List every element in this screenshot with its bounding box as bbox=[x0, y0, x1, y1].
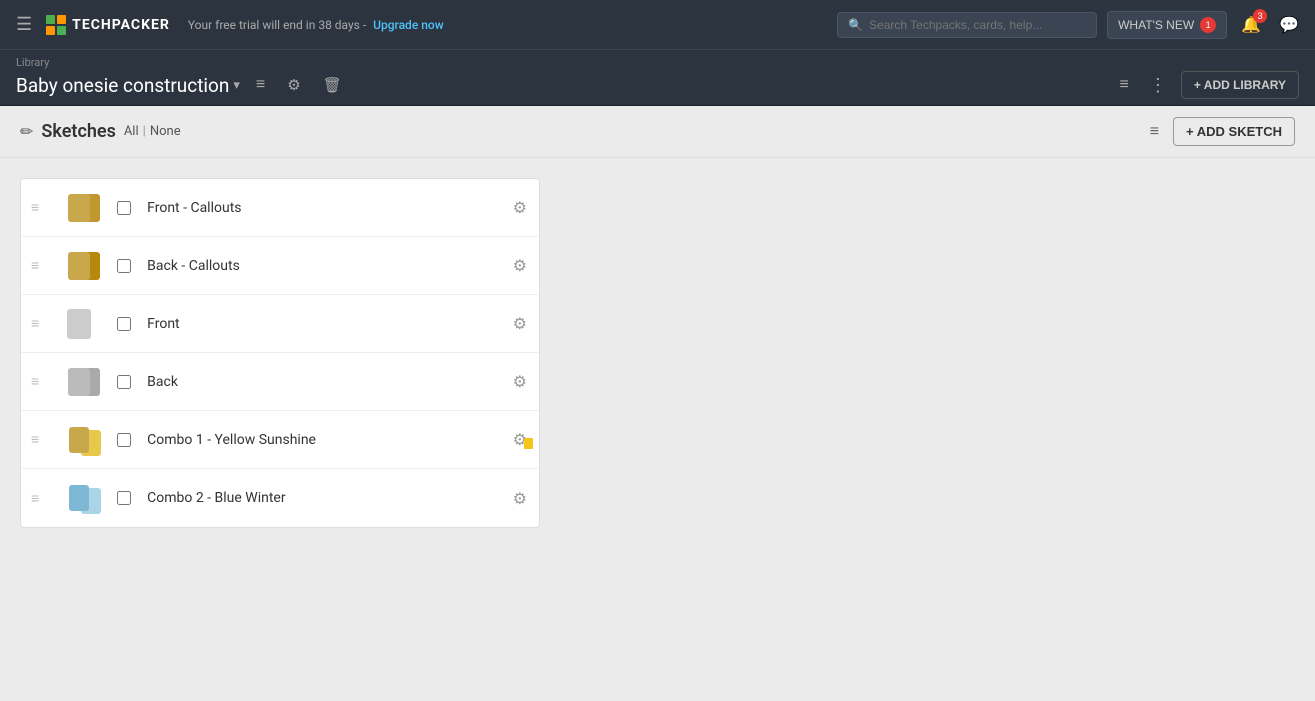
sketches-title: Sketches bbox=[41, 121, 115, 142]
sketch-checkbox[interactable] bbox=[117, 317, 131, 331]
sketch-name: Back - Callouts bbox=[139, 258, 500, 274]
chevron-down-icon[interactable]: ▾ bbox=[233, 78, 240, 93]
sketch-thumbnail bbox=[49, 241, 109, 291]
delete-button[interactable]: 🗑 bbox=[317, 74, 348, 96]
library-title-area: Baby onesie construction ▾ bbox=[16, 74, 240, 97]
sketch-name: Back bbox=[139, 374, 500, 390]
filter-links: All | None bbox=[124, 124, 181, 139]
top-nav: ☰ TECHPACKER Your free trial will end in… bbox=[0, 0, 1315, 49]
sort-icon: ≡ bbox=[256, 76, 265, 93]
drag-handle[interactable]: ≡ bbox=[21, 199, 49, 216]
sketch-thumbnail bbox=[49, 473, 109, 523]
logo-icon bbox=[46, 15, 66, 35]
library-filter-button[interactable]: ≡ bbox=[1114, 74, 1135, 96]
logo-area: TECHPACKER bbox=[46, 15, 170, 35]
gear-icon: ⚙ bbox=[287, 77, 300, 94]
sketch-checkbox[interactable] bbox=[117, 201, 131, 215]
main-content: ✏ Sketches All | None ≡ + ADD SKETCH bbox=[0, 106, 1315, 701]
add-sketch-button[interactable]: + ADD SKETCH bbox=[1173, 117, 1295, 146]
sketch-settings[interactable]: ⚙ bbox=[501, 198, 539, 217]
sketch-name: Combo 1 - Yellow Sunshine bbox=[139, 432, 500, 448]
sketch-name: Front bbox=[139, 316, 500, 332]
search-bar: 🔍 bbox=[837, 12, 1097, 38]
sort-button[interactable]: ≡ bbox=[250, 74, 271, 96]
search-icon: 🔍 bbox=[848, 18, 863, 32]
sketches-right: ≡ + ADD SKETCH bbox=[1146, 117, 1295, 146]
notifications-button[interactable]: 🔔 3 bbox=[1237, 11, 1265, 39]
filter-all-link[interactable]: All bbox=[124, 124, 139, 139]
whats-new-button[interactable]: WHAT'S NEW 1 bbox=[1107, 11, 1227, 39]
filter-icon: ≡ bbox=[1120, 76, 1129, 93]
sketch-settings[interactable]: ⚙ bbox=[501, 430, 539, 449]
sketch-checkbox-cell bbox=[109, 317, 139, 331]
drag-handle[interactable]: ≡ bbox=[21, 373, 49, 390]
library-bar-inner: Baby onesie construction ▾ ≡ ⚙ 🗑 ≡ ⋮ bbox=[16, 71, 1299, 99]
add-library-button[interactable]: + ADD LIBRARY bbox=[1181, 71, 1299, 99]
sketches-filter-icon: ≡ bbox=[1150, 123, 1159, 140]
drag-handle[interactable]: ≡ bbox=[21, 257, 49, 274]
drag-handle[interactable]: ≡ bbox=[21, 431, 49, 448]
trial-text: Your free trial will end in 38 days - Up… bbox=[188, 18, 444, 32]
library-right-actions: ≡ ⋮ + ADD LIBRARY bbox=[1114, 71, 1299, 99]
trash-icon: 🗑 bbox=[323, 77, 342, 94]
filter-none-link[interactable]: None bbox=[150, 124, 181, 139]
drag-handle[interactable]: ≡ bbox=[21, 490, 49, 507]
sketch-checkbox[interactable] bbox=[117, 491, 131, 505]
settings-button[interactable]: ⚙ bbox=[281, 74, 306, 96]
app-wrapper: ☰ TECHPACKER Your free trial will end in… bbox=[0, 0, 1315, 701]
sketch-checkbox[interactable] bbox=[117, 259, 131, 273]
more-options-button[interactable]: ⋮ bbox=[1143, 73, 1173, 98]
library-bar: Library Baby onesie construction ▾ ≡ ⚙ 🗑… bbox=[0, 49, 1315, 106]
sketch-table: ≡ Front - Callouts ⚙ ≡ bbox=[20, 178, 540, 528]
sketch-thumbnail bbox=[49, 415, 109, 465]
sketch-checkbox-cell bbox=[109, 375, 139, 389]
sketch-settings[interactable]: ⚙ bbox=[501, 489, 539, 508]
sketch-checkbox-cell bbox=[109, 491, 139, 505]
yellow-badge bbox=[524, 438, 533, 449]
sketch-name: Front - Callouts bbox=[139, 200, 500, 216]
whats-new-badge: 1 bbox=[1200, 17, 1216, 33]
sketch-settings[interactable]: ⚙ bbox=[501, 256, 539, 275]
sketch-thumbnail bbox=[49, 183, 109, 233]
sketch-thumbnail bbox=[49, 299, 109, 349]
add-sketch-label: + ADD SKETCH bbox=[1186, 124, 1282, 139]
table-row: ≡ Front ⚙ bbox=[21, 295, 539, 353]
more-icon: ⋮ bbox=[1149, 75, 1167, 95]
sketch-checkbox-cell bbox=[109, 201, 139, 215]
filter-separator: | bbox=[143, 124, 146, 139]
sketches-filter-button[interactable]: ≡ bbox=[1146, 119, 1163, 145]
table-row: ≡ Back ⚙ bbox=[21, 353, 539, 411]
upgrade-link[interactable]: Upgrade now bbox=[373, 18, 443, 32]
table-row: ≡ Back - Callouts ⚙ bbox=[21, 237, 539, 295]
whats-new-label: WHAT'S NEW bbox=[1118, 18, 1194, 32]
chat-icon: 💬 bbox=[1279, 17, 1299, 34]
chat-button[interactable]: 💬 bbox=[1275, 11, 1303, 39]
sketch-thumbnail bbox=[49, 357, 109, 407]
sketch-checkbox-cell bbox=[109, 259, 139, 273]
sketch-checkbox[interactable] bbox=[117, 375, 131, 389]
pencil-icon: ✏ bbox=[20, 122, 33, 141]
sketch-checkbox-cell bbox=[109, 433, 139, 447]
hamburger-button[interactable]: ☰ bbox=[12, 10, 36, 39]
sketches-header: ✏ Sketches All | None ≡ + ADD SKETCH bbox=[0, 106, 1315, 158]
logo-text: TECHPACKER bbox=[72, 17, 170, 33]
notifications-badge: 3 bbox=[1253, 9, 1267, 23]
sketch-checkbox[interactable] bbox=[117, 433, 131, 447]
add-library-label: + ADD LIBRARY bbox=[1194, 78, 1286, 92]
sketch-name: Combo 2 - Blue Winter bbox=[139, 490, 500, 506]
table-row: ≡ Front - Callouts ⚙ bbox=[21, 179, 539, 237]
drag-handle[interactable]: ≡ bbox=[21, 315, 49, 332]
table-row: ≡ Combo 1 - Yellow Sunshine ⚙ bbox=[21, 411, 539, 469]
library-title: Baby onesie construction bbox=[16, 74, 229, 97]
table-row: ≡ Combo 2 - Blue Winter ⚙ bbox=[21, 469, 539, 527]
hamburger-icon: ☰ bbox=[16, 14, 32, 34]
sketch-settings[interactable]: ⚙ bbox=[501, 372, 539, 391]
sketch-table-wrapper: ≡ Front - Callouts ⚙ ≡ bbox=[0, 158, 1315, 548]
search-input[interactable] bbox=[869, 18, 1086, 32]
breadcrumb: Library bbox=[16, 56, 1299, 69]
sketch-settings[interactable]: ⚙ bbox=[501, 314, 539, 333]
